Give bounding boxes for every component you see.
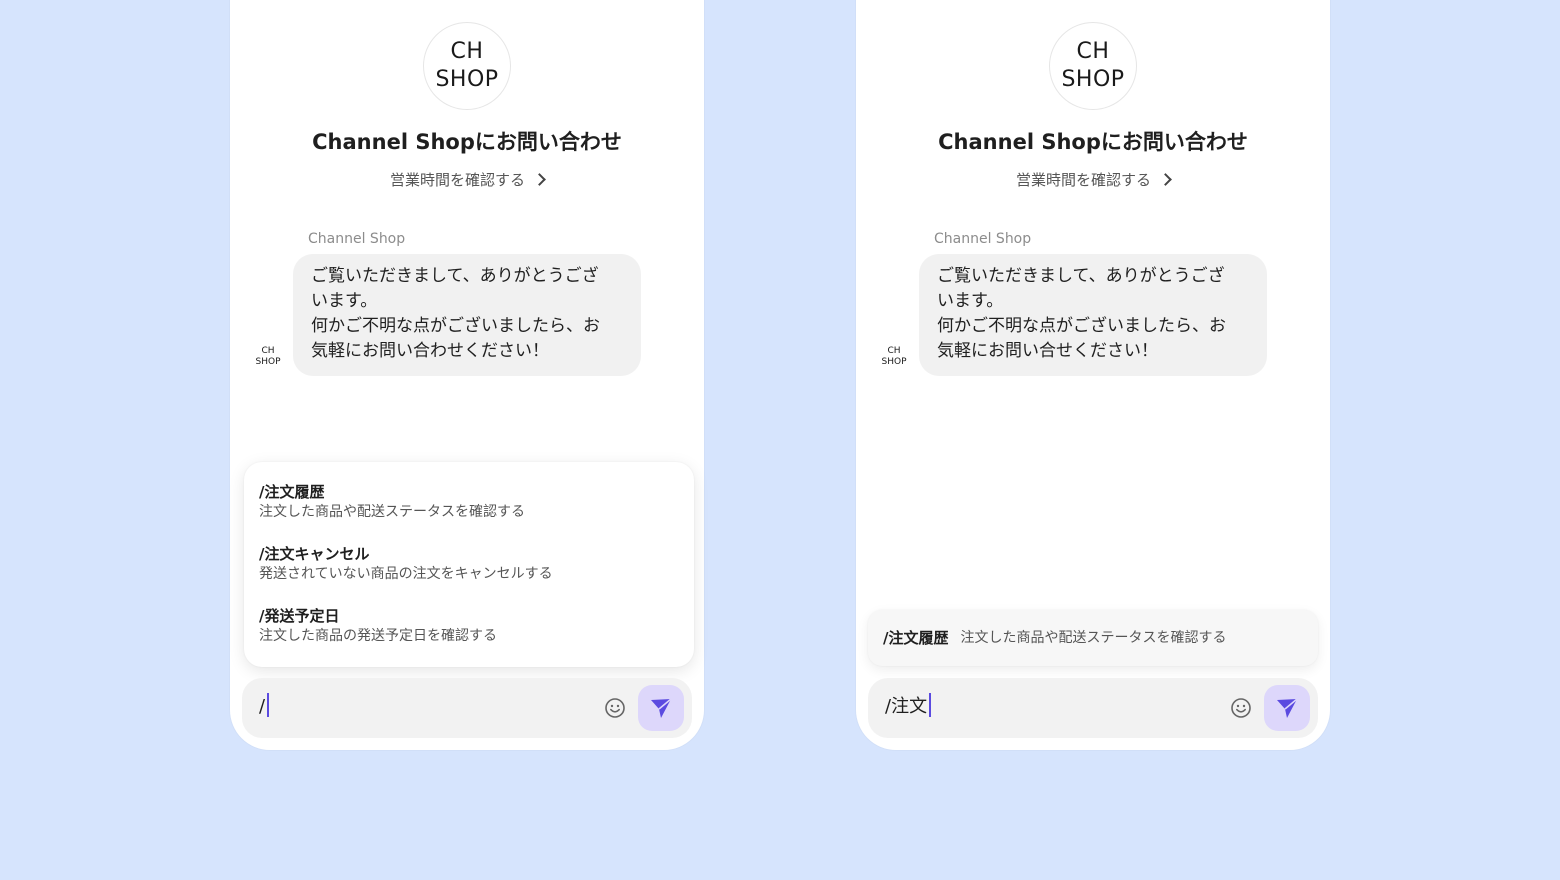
text-caret bbox=[267, 693, 270, 717]
send-button[interactable] bbox=[1264, 685, 1310, 731]
smile-icon[interactable] bbox=[1230, 697, 1252, 719]
business-hours-link[interactable]: 営業時間を確認する bbox=[856, 169, 1330, 190]
message-line: 何かご不明な点がございましたら、お bbox=[311, 316, 600, 336]
command-description: 注文した商品や配送ステータスを確認する bbox=[960, 630, 1227, 646]
input-value: /注文 bbox=[885, 696, 928, 717]
message-line: ご覧いただきまして、ありがとうござ bbox=[311, 266, 599, 286]
avatar-text-line1: CH bbox=[887, 346, 901, 356]
business-hours-label: 営業時間を確認する bbox=[389, 171, 525, 189]
avatar-text-line1: CH bbox=[261, 346, 275, 356]
command-description: 注文した商品の発送予定日を確認する bbox=[259, 628, 497, 644]
chevron-right-icon bbox=[1159, 173, 1172, 186]
send-icon bbox=[1277, 698, 1298, 718]
sender-avatar: CH SHOP bbox=[878, 346, 910, 368]
message-line: います。 bbox=[937, 291, 1004, 311]
command-item-order-history[interactable]: /注文履歴 注文した商品や配送ステータスを確認する bbox=[259, 482, 525, 522]
message-input[interactable]: / bbox=[242, 678, 692, 738]
command-name: /注文履歴 bbox=[883, 629, 949, 647]
avatar-text-line2: SHOP bbox=[255, 357, 281, 367]
message-input-text[interactable]: /注文 bbox=[885, 693, 932, 720]
message-line: 気軽にお問い合せください！ bbox=[937, 341, 1158, 361]
logo-text-line1: CH bbox=[1076, 39, 1110, 64]
message-bubble: ご覧いただきまして、ありがとうござ います。 何かご不明な点がございましたら、お… bbox=[293, 254, 641, 376]
command-name: /発送予定日 bbox=[259, 607, 340, 625]
command-description: 注文した商品や配送ステータスを確認する bbox=[259, 504, 525, 520]
channel-title: Channel Shopにお問い合わせ bbox=[938, 130, 1248, 154]
business-hours-label: 営業時間を確認する bbox=[1015, 171, 1151, 189]
command-name: /注文キャンセル bbox=[259, 545, 370, 563]
chat-panel-right: CH SHOP Channel Shopにお問い合わせ 営業時間を確認する Ch… bbox=[856, 0, 1330, 750]
logo-text-line1: CH bbox=[450, 39, 484, 64]
command-description: 発送されていない商品の注文をキャンセルする bbox=[259, 566, 553, 582]
chat-panel-left: CH SHOP Channel Shopにお問い合わせ 営業時間を確認する Ch… bbox=[230, 0, 704, 750]
message-line: ご覧いただきまして、ありがとうござ bbox=[937, 266, 1225, 286]
command-item-shipping-date[interactable]: /発送予定日 注文した商品の発送予定日を確認する bbox=[259, 606, 497, 646]
shop-logo: CH SHOP bbox=[1049, 22, 1137, 110]
logo-text-line2: SHOP bbox=[1061, 67, 1125, 92]
command-item-order-cancel[interactable]: /注文キャンセル 発送されていない商品の注文をキャンセルする bbox=[259, 544, 553, 584]
smile-icon[interactable] bbox=[604, 697, 626, 719]
input-value: / bbox=[259, 696, 266, 717]
command-name: /注文履歴 bbox=[259, 483, 325, 501]
sender-avatar: CH SHOP bbox=[252, 346, 284, 368]
business-hours-link[interactable]: 営業時間を確認する bbox=[230, 169, 704, 190]
chevron-right-icon bbox=[533, 173, 546, 186]
send-button[interactable] bbox=[638, 685, 684, 731]
message-input-text[interactable]: / bbox=[259, 693, 270, 720]
shop-logo: CH SHOP bbox=[423, 22, 511, 110]
command-suggestion-order-history[interactable]: /注文履歴 注文した商品や配送ステータスを確認する bbox=[868, 610, 1318, 666]
text-caret bbox=[929, 693, 932, 717]
avatar-text-line2: SHOP bbox=[881, 357, 907, 367]
message-line: います。 bbox=[311, 291, 378, 311]
message-line: 気軽にお問い合わせください！ bbox=[311, 341, 549, 361]
logo-text-line2: SHOP bbox=[435, 67, 499, 92]
message-input[interactable]: /注文 bbox=[868, 678, 1318, 738]
channel-title: Channel Shopにお問い合わせ bbox=[312, 130, 622, 154]
command-popup: /注文履歴 注文した商品や配送ステータスを確認する /注文キャンセル 発送されて… bbox=[244, 462, 694, 667]
message-bubble: ご覧いただきまして、ありがとうござ います。 何かご不明な点がございましたら、お… bbox=[919, 254, 1267, 376]
send-icon bbox=[651, 698, 672, 718]
message-line: 何かご不明な点がございましたら、お bbox=[937, 316, 1226, 336]
message-sender-name: Channel Shop bbox=[934, 231, 1032, 247]
message-sender-name: Channel Shop bbox=[308, 231, 406, 247]
